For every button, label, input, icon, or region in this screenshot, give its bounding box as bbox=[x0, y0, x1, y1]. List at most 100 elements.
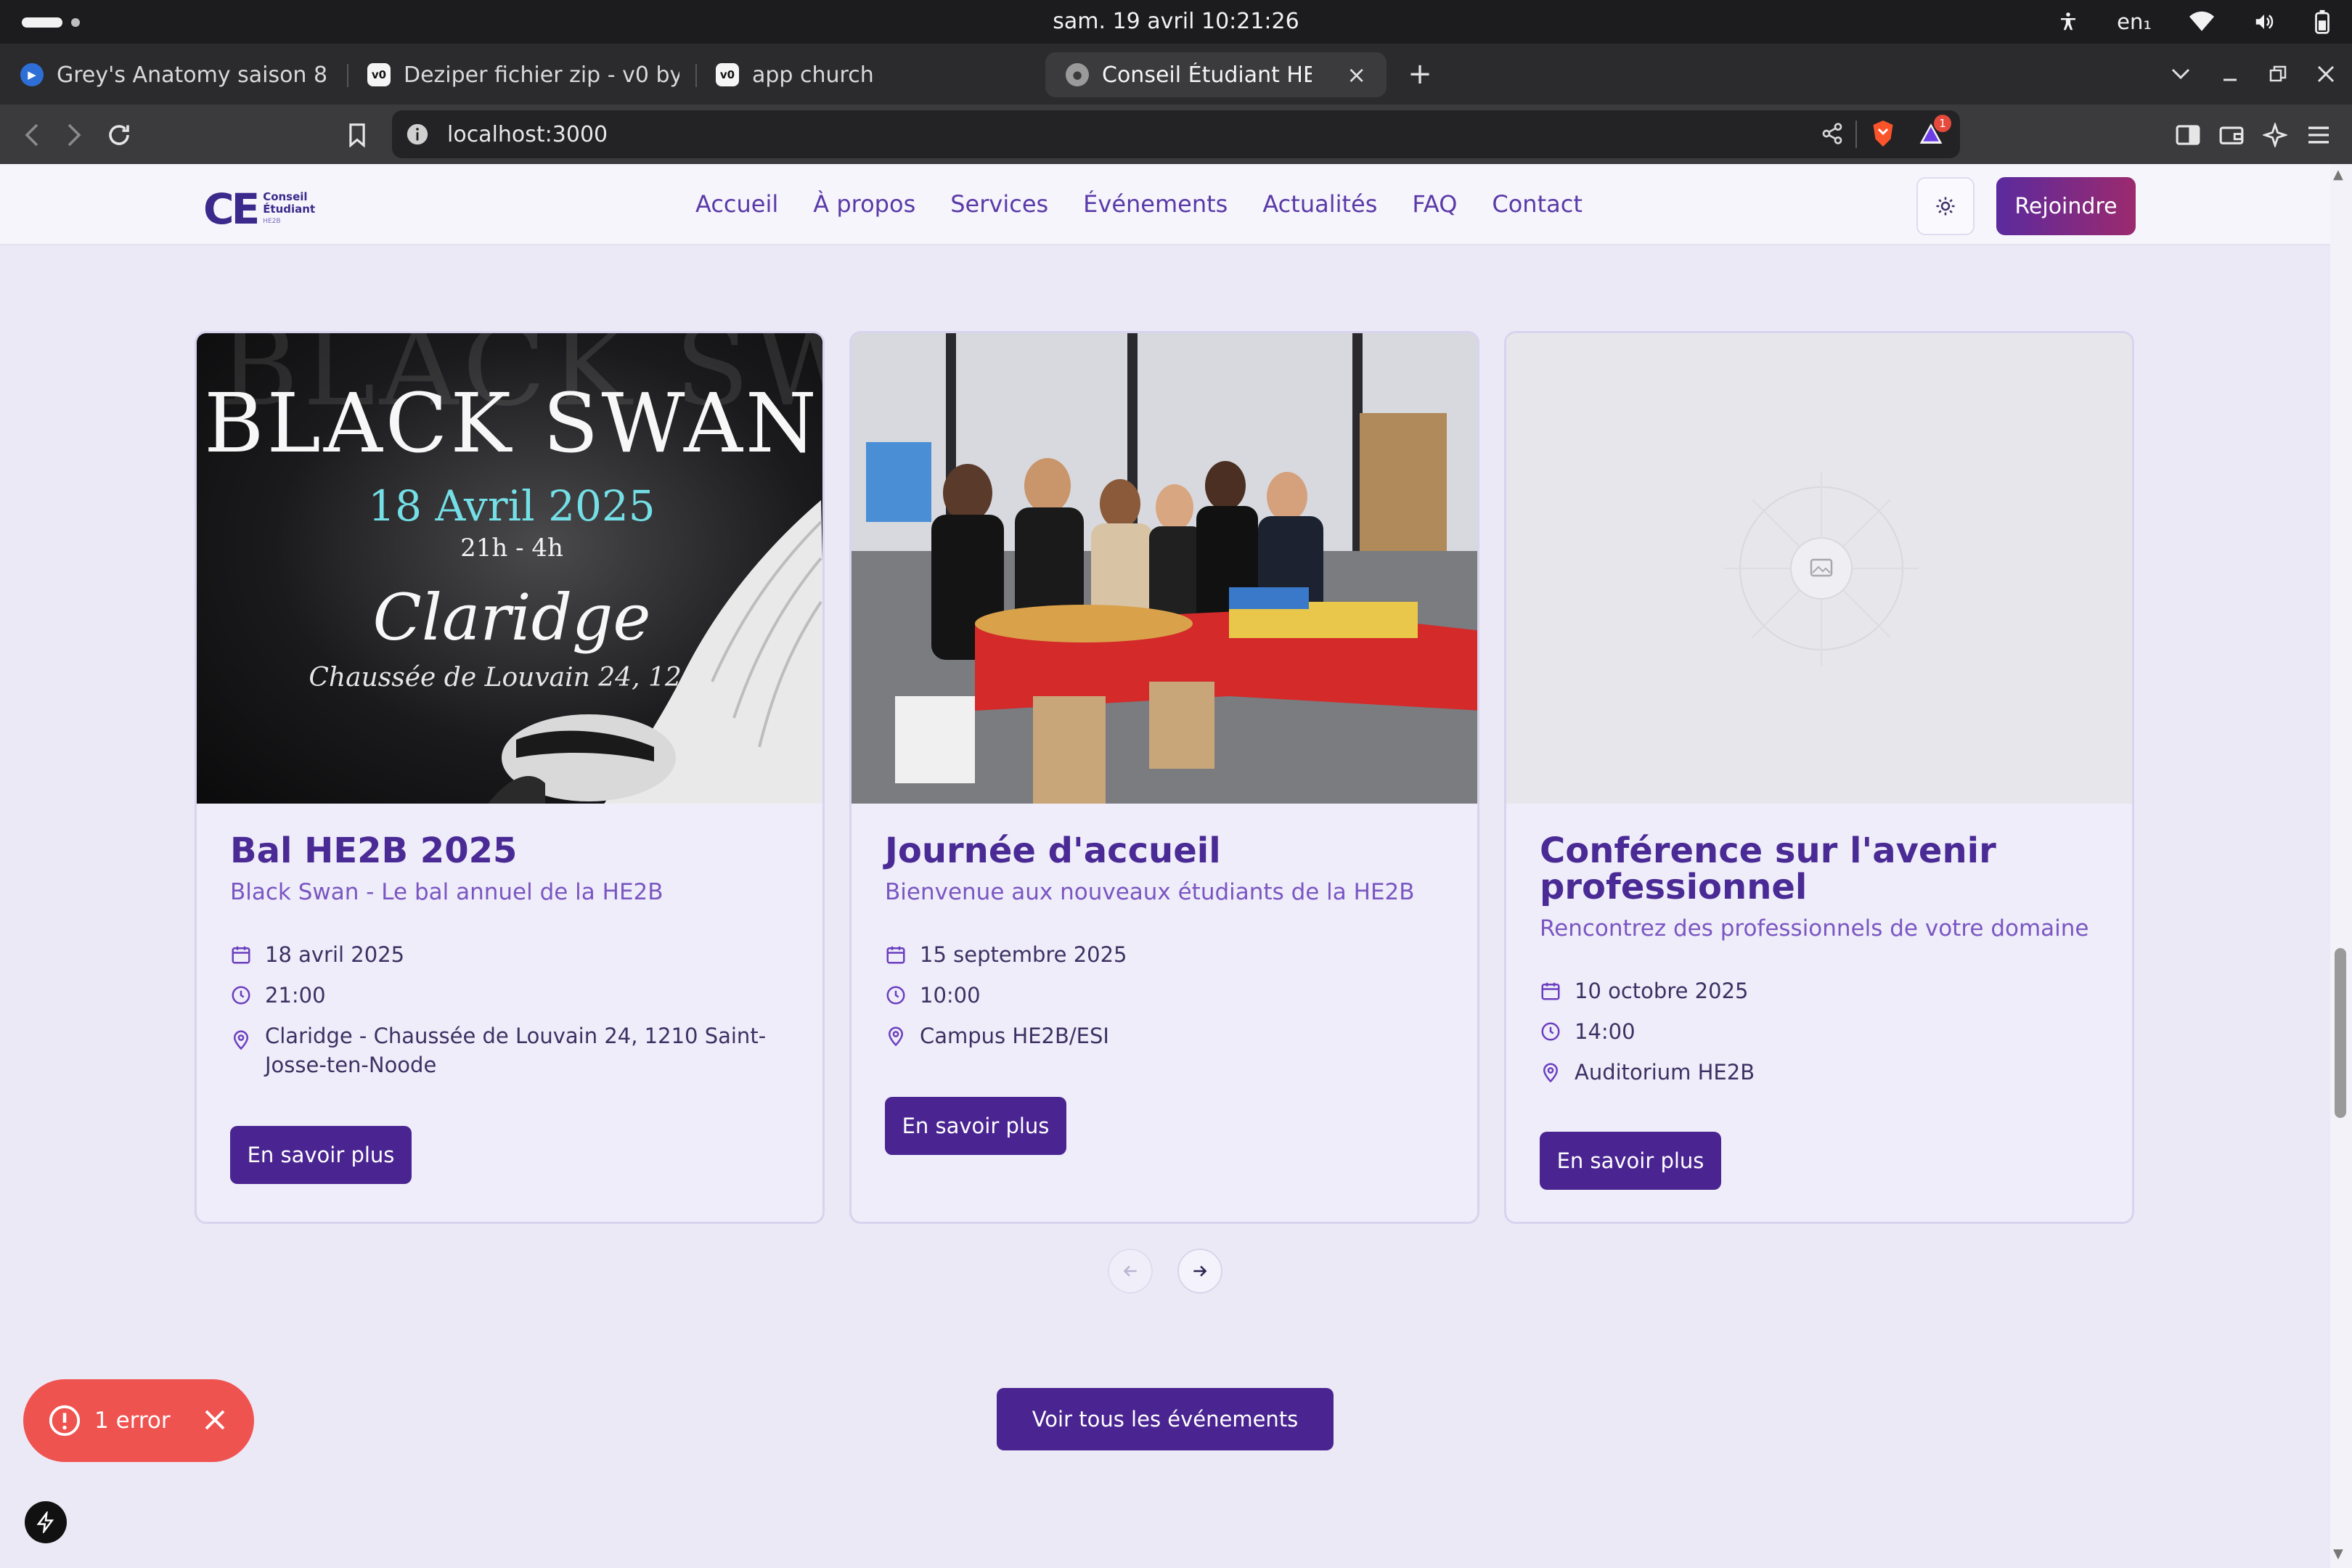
event-time-row: 10:00 bbox=[885, 981, 1444, 1010]
event-title: Conférence sur l'avenir professionnel bbox=[1540, 830, 1996, 907]
nav-services[interactable]: Services bbox=[950, 190, 1048, 218]
logo-line: HE2B bbox=[263, 217, 281, 225]
event-subtitle: Rencontrez des professionnels de votre d… bbox=[1540, 915, 2089, 942]
sidebar-toggle-icon[interactable] bbox=[2172, 119, 2204, 151]
page-scrollbar[interactable] bbox=[2330, 164, 2352, 1568]
share-icon[interactable] bbox=[1821, 122, 1844, 145]
error-count-label: 1 error bbox=[94, 1408, 171, 1434]
os-clock[interactable]: sam. 19 avril 10:21:26 bbox=[0, 9, 2352, 34]
rewards-badge: 1 bbox=[1934, 115, 1951, 132]
keyboard-layout[interactable]: en₁ bbox=[2117, 9, 2152, 34]
event-card-body: Bal HE2B 2025 Black Swan - Le bal annuel… bbox=[230, 833, 789, 1091]
browser-tab-bar: ▶ Grey's Anatomy saison 8 épi v0 Deziper… bbox=[0, 44, 2352, 105]
scrollbar-thumb[interactable] bbox=[2335, 948, 2346, 1118]
error-toast[interactable]: 1 error bbox=[23, 1379, 254, 1462]
event-subtitle: Black Swan - Le bal annuel de la HE2B bbox=[230, 879, 663, 905]
event-date: 18 avril 2025 bbox=[265, 942, 405, 967]
tab-title: Conseil Étudiant HE2B bbox=[1102, 62, 1312, 88]
nav-evenements[interactable]: Événements bbox=[1083, 190, 1228, 218]
event-meta: 18 avril 2025 21:00 Claridge - Chaussée … bbox=[230, 940, 789, 1079]
event-date-row: 18 avril 2025 bbox=[230, 940, 789, 969]
nav-contact[interactable]: Contact bbox=[1492, 190, 1583, 218]
learn-more-button[interactable]: En savoir plus bbox=[1540, 1132, 1721, 1190]
close-icon[interactable] bbox=[202, 1407, 228, 1433]
carousel-next-button[interactable] bbox=[1177, 1249, 1222, 1294]
event-subtitle: Bienvenue aux nouveaux étudiants de la H… bbox=[885, 879, 1415, 905]
logo-mark: CE bbox=[203, 184, 260, 234]
event-title: Journée d'accueil bbox=[885, 830, 1221, 871]
event-time: 14:00 bbox=[1575, 1019, 1636, 1044]
bookmark-icon[interactable] bbox=[341, 119, 373, 151]
address-bar[interactable]: localhost:3000 1 bbox=[392, 110, 1960, 158]
event-image-placeholder bbox=[1506, 333, 2132, 804]
new-tab-button[interactable]: + bbox=[1402, 57, 1437, 91]
logo-line: Étudiant bbox=[263, 202, 316, 216]
tab-title: app church bbox=[752, 62, 874, 88]
globe-icon: ● bbox=[1066, 63, 1089, 86]
wallet-icon[interactable] bbox=[2216, 119, 2247, 151]
close-window-icon[interactable] bbox=[2311, 57, 2340, 91]
reload-icon[interactable] bbox=[103, 119, 135, 151]
volume-icon[interactable] bbox=[2252, 11, 2277, 33]
menu-hamburger-icon[interactable] bbox=[2303, 119, 2335, 151]
nav-faq[interactable]: FAQ bbox=[1412, 190, 1457, 218]
event-card-body: Journée d'accueil Bienvenue aux nouveaux… bbox=[885, 833, 1444, 1062]
battery-icon[interactable] bbox=[2314, 9, 2330, 34]
event-date: 15 septembre 2025 bbox=[920, 942, 1127, 967]
event-location-row: Auditorium HE2B bbox=[1540, 1058, 2099, 1087]
wifi-icon[interactable] bbox=[2189, 11, 2214, 33]
masked-face-illustration bbox=[488, 714, 676, 804]
scroll-up-arrow-icon[interactable]: ▲ bbox=[2333, 167, 2343, 182]
event-date-row: 15 septembre 2025 bbox=[885, 940, 1444, 969]
minimize-icon[interactable] bbox=[2216, 57, 2245, 91]
view-all-events-button[interactable]: Voir tous les événements bbox=[997, 1388, 1334, 1450]
image-placeholder-graphic bbox=[1724, 471, 1919, 666]
event-location: Auditorium HE2B bbox=[1575, 1060, 1755, 1085]
arrow-right-icon bbox=[1193, 1265, 1207, 1277]
play-circle-icon: ▶ bbox=[20, 63, 44, 86]
accessibility-icon[interactable] bbox=[2057, 11, 2079, 33]
calendar-icon bbox=[232, 946, 250, 964]
scroll-down-arrow-icon[interactable]: ▼ bbox=[2333, 1546, 2343, 1561]
error-alert-icon bbox=[49, 1405, 81, 1437]
theme-toggle-button[interactable] bbox=[1916, 177, 1975, 235]
v0-icon: v0 bbox=[716, 63, 739, 86]
browser-toolbar: localhost:3000 1 bbox=[0, 105, 2352, 164]
event-date: 10 octobre 2025 bbox=[1575, 979, 1749, 1003]
close-tab-icon[interactable]: × bbox=[1347, 61, 1366, 89]
carousel-prev-button[interactable] bbox=[1108, 1249, 1153, 1294]
main-nav: Accueil À propos Services Événements Act… bbox=[695, 190, 1617, 218]
site-logo[interactable]: CE Conseil Étudiant HE2B bbox=[203, 184, 315, 234]
welcome-day-photo bbox=[852, 333, 1477, 804]
event-location: Campus HE2B/ESI bbox=[920, 1024, 1109, 1048]
tab-conseil-etudiant[interactable]: ● Conseil Étudiant HE2B × bbox=[1045, 52, 1387, 97]
v0-icon: v0 bbox=[367, 63, 391, 86]
learn-more-button[interactable]: En savoir plus bbox=[885, 1097, 1066, 1155]
event-card: Journée d'accueil Bienvenue aux nouveaux… bbox=[849, 331, 1479, 1224]
calendar-icon bbox=[1541, 982, 1560, 1000]
nav-accueil[interactable]: Accueil bbox=[695, 190, 778, 218]
back-arrow-icon[interactable] bbox=[16, 119, 48, 151]
learn-more-button[interactable]: En savoir plus bbox=[230, 1126, 412, 1184]
site-info-icon[interactable] bbox=[405, 122, 430, 147]
sun-icon bbox=[1936, 197, 1955, 216]
brave-shield-icon[interactable] bbox=[1870, 119, 1896, 148]
nav-actualites[interactable]: Actualités bbox=[1262, 190, 1377, 218]
event-time-row: 14:00 bbox=[1540, 1017, 2099, 1046]
join-button[interactable]: Rejoindre bbox=[1996, 177, 2136, 235]
calendar-icon bbox=[886, 946, 905, 964]
site-header: CE Conseil Étudiant HE2B Accueil À propo… bbox=[0, 164, 2330, 245]
forward-arrow-icon[interactable] bbox=[58, 119, 90, 151]
tab-title: Grey's Anatomy saison 8 épi bbox=[57, 62, 332, 88]
clock-icon bbox=[1541, 1022, 1560, 1041]
tab-deziper[interactable]: v0 Deziper fichier zip - v0 by Ve bbox=[367, 52, 679, 97]
tab-greys-anatomy[interactable]: ▶ Grey's Anatomy saison 8 épi bbox=[20, 52, 332, 97]
dev-tools-button[interactable] bbox=[25, 1501, 67, 1543]
restore-window-icon[interactable] bbox=[2263, 57, 2292, 91]
tab-app-church[interactable]: v0 app church bbox=[716, 52, 1021, 97]
tab-list-chevron-icon[interactable] bbox=[2166, 57, 2195, 91]
event-location: Claridge - Chaussée de Louvain 24, 1210 … bbox=[265, 1024, 767, 1077]
leo-ai-icon[interactable] bbox=[2259, 119, 2291, 151]
logo-line: Conseil bbox=[263, 189, 308, 203]
nav-a-propos[interactable]: À propos bbox=[813, 190, 915, 218]
